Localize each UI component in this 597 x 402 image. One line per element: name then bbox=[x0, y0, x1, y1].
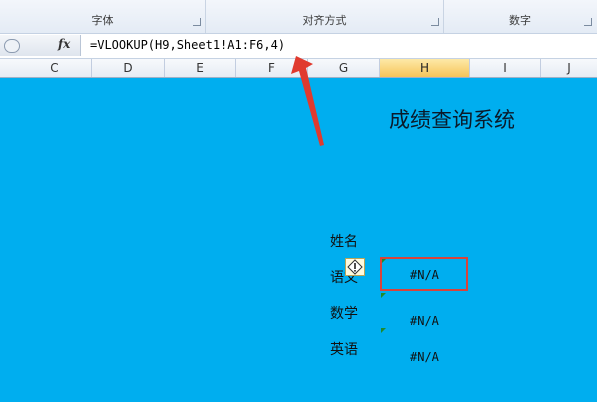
error-indicator-icon bbox=[381, 328, 386, 333]
cell-value-math[interactable]: #N/A bbox=[410, 314, 439, 328]
error-indicator-icon bbox=[381, 293, 386, 298]
column-header-f[interactable]: F bbox=[236, 59, 308, 77]
font-dialog-launcher-icon[interactable] bbox=[193, 18, 201, 26]
number-dialog-launcher-icon[interactable] bbox=[584, 18, 592, 26]
formula-input[interactable]: =VLOOKUP(H9,Sheet1!A1:F6,4) bbox=[90, 38, 285, 52]
ribbon-group-number-label: 数字 bbox=[509, 14, 531, 27]
cell-value-english[interactable]: #N/A bbox=[410, 350, 439, 364]
ribbon-group-number: 数字 bbox=[444, 0, 596, 33]
ribbon-group-font-label: 字体 bbox=[91, 14, 114, 27]
column-header-i[interactable]: I bbox=[470, 59, 541, 77]
insert-function-icon[interactable]: fx bbox=[58, 37, 70, 51]
active-cell-selection[interactable] bbox=[380, 257, 468, 291]
column-header-c[interactable]: C bbox=[18, 59, 92, 77]
label-name[interactable]: 姓名 bbox=[330, 231, 358, 251]
name-box[interactable]: fx bbox=[0, 35, 81, 56]
warning-diamond-icon[interactable] bbox=[345, 258, 365, 276]
alignment-dialog-launcher-icon[interactable] bbox=[431, 18, 439, 26]
ribbon: 字体 对齐方式 数字 bbox=[0, 0, 597, 34]
column-header-g[interactable]: G bbox=[308, 59, 380, 77]
ribbon-group-font: 字体 bbox=[0, 0, 206, 33]
column-header-h[interactable]: H bbox=[380, 59, 470, 77]
label-math[interactable]: 数学 bbox=[330, 303, 358, 323]
label-english[interactable]: 英语 bbox=[330, 339, 358, 359]
column-headers: C D E F G H I J bbox=[0, 59, 597, 78]
sheet-title: 成绩查询系统 bbox=[389, 108, 515, 132]
column-header-j[interactable]: J bbox=[541, 59, 597, 77]
name-box-resize-handle[interactable] bbox=[4, 39, 20, 53]
column-header-d[interactable]: D bbox=[92, 59, 165, 77]
formula-bar: fx =VLOOKUP(H9,Sheet1!A1:F6,4) bbox=[0, 34, 597, 59]
column-header-e[interactable]: E bbox=[165, 59, 236, 77]
ribbon-group-alignment: 对齐方式 bbox=[206, 0, 444, 33]
ribbon-group-alignment-label: 对齐方式 bbox=[302, 14, 347, 27]
